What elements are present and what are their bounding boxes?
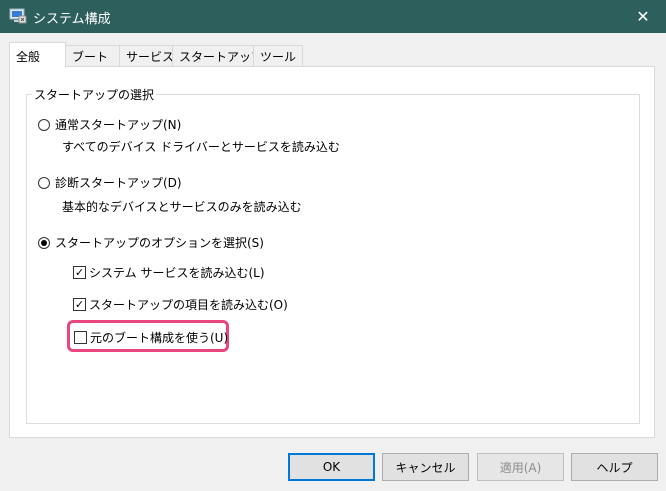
checkbox-label: 元のブート構成を使う(U): [90, 331, 229, 345]
tab-tools[interactable]: ツール: [253, 45, 303, 66]
radio-button[interactable]: [38, 118, 50, 131]
checkbox-load-system-services[interactable]: ✓ システム サービスを読み込む(L): [73, 264, 265, 281]
msconfig-icon: [9, 8, 27, 24]
normal-startup-description: すべてのデバイス ドライバーとサービスを読み込む: [62, 140, 340, 154]
group-label: スタートアップの選択: [32, 86, 157, 103]
radio-diagnostic-startup[interactable]: 診断スタートアップ(D): [38, 174, 182, 191]
radio-selective-startup[interactable]: スタートアップのオプションを選択(S): [38, 234, 264, 251]
tab-boot[interactable]: ブート: [65, 45, 120, 66]
radio-dot: [41, 239, 47, 246]
checkbox-load-startup-items[interactable]: ✓ スタートアップの項目を読み込む(O): [73, 296, 288, 313]
checkbox-label: スタートアップの項目を読み込む(O): [89, 298, 288, 312]
cancel-button[interactable]: キャンセル: [382, 453, 469, 481]
close-icon: ✕: [636, 7, 650, 26]
radio-button[interactable]: [38, 176, 50, 189]
checkbox-label: システム サービスを読み込む(L): [89, 266, 265, 280]
title-bar: システム構成 ✕: [0, 0, 666, 33]
tab-label: スタートアップ: [179, 50, 264, 64]
radio-label: 診断スタートアップ(D): [55, 176, 182, 190]
radio-normal-startup[interactable]: 通常スタートアップ(N): [38, 116, 181, 133]
tab-services[interactable]: サービス: [119, 45, 175, 66]
tab-label: サービス: [126, 50, 175, 64]
checkbox[interactable]: ✓: [73, 266, 86, 279]
radio-button-selected[interactable]: [38, 236, 50, 249]
tab-label: ブート: [72, 50, 109, 64]
close-button[interactable]: ✕: [620, 0, 666, 33]
checkbox[interactable]: ✓: [73, 298, 86, 311]
checkbox[interactable]: [74, 331, 87, 344]
help-button[interactable]: ヘルプ: [571, 453, 658, 481]
checkbox-use-original-boot-config[interactable]: 元のブート構成を使う(U): [74, 329, 228, 346]
radio-label: 通常スタートアップ(N): [55, 118, 182, 132]
tab-startup[interactable]: スタートアップ: [172, 45, 263, 66]
ok-button[interactable]: OK: [288, 453, 375, 481]
tab-label: 全般: [16, 50, 41, 64]
tab-label: ツール: [260, 50, 297, 64]
tab-general[interactable]: 全般: [9, 42, 66, 68]
window-title: システム構成: [33, 12, 111, 27]
apply-button[interactable]: 適用(A): [477, 453, 564, 481]
diagnostic-startup-description: 基本的なデバイスとサービスのみを読み込む: [62, 200, 302, 214]
radio-label: スタートアップのオプションを選択(S): [55, 236, 264, 250]
